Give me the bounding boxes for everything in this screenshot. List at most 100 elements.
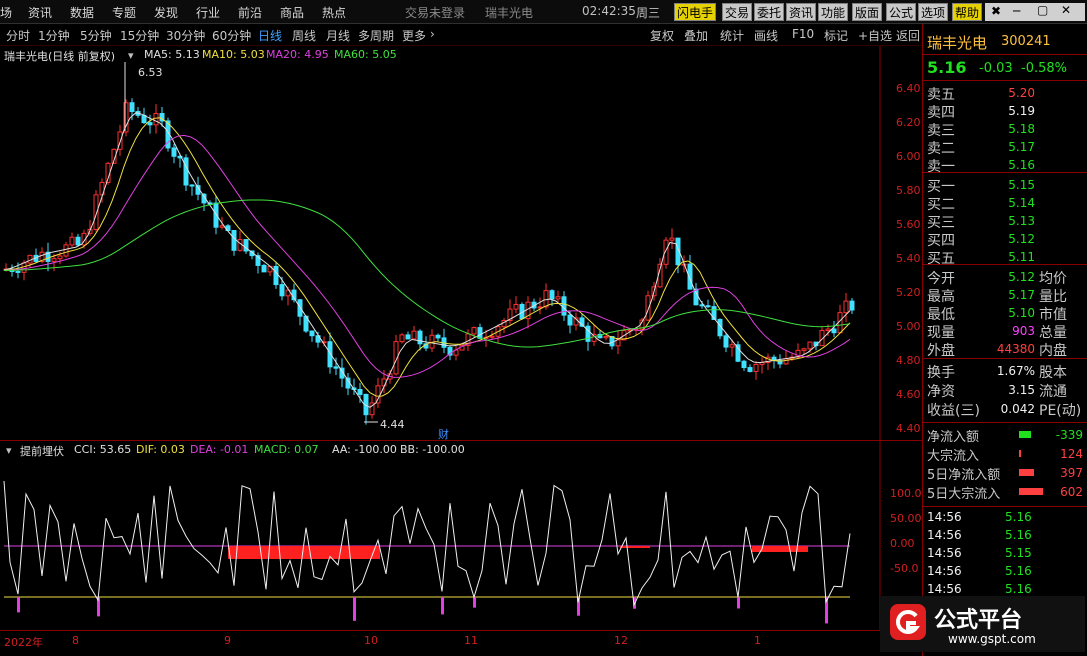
tick-price: 5.16 xyxy=(1005,528,1032,542)
period-5min[interactable]: 5分钟 xyxy=(80,27,112,44)
trade-button[interactable]: 交易 xyxy=(722,3,753,21)
ask-label: 卖一 xyxy=(927,159,955,175)
tick-time: 14:56 xyxy=(927,564,962,578)
menu-item-discover[interactable]: 发现 xyxy=(154,4,178,21)
legend-cci: CCI: 53.65 xyxy=(74,443,132,456)
chart-title: 瑞丰光电(日线 前复权) xyxy=(4,50,116,63)
order-button[interactable]: 委托 xyxy=(754,3,785,21)
period-multi[interactable]: 多周期 xyxy=(358,27,394,44)
adjust-button[interactable]: 复权 xyxy=(650,27,674,44)
stats-button[interactable]: 统计 xyxy=(720,27,744,44)
period-30min[interactable]: 30分钟 xyxy=(166,27,205,44)
menu-item-commodity[interactable]: 商品 xyxy=(280,4,304,21)
indicator-canvas[interactable] xyxy=(0,441,922,631)
period-more[interactable]: 更多 xyxy=(402,27,426,44)
indicator-title: 提前埋伏 xyxy=(20,445,64,458)
ask-price: 5.19 xyxy=(1008,104,1035,118)
bid-price: 5.15 xyxy=(1008,178,1035,192)
add-favorite-button[interactable]: +自选 xyxy=(858,27,892,44)
stat2-value: 0.042 xyxy=(1000,402,1035,416)
stat-label: 现量 xyxy=(927,325,955,341)
ask-price: 5.16 xyxy=(1008,158,1035,172)
close-icon[interactable]: ✕ xyxy=(1061,3,1071,17)
weekday: 周三 xyxy=(636,6,661,20)
period-15min[interactable]: 15分钟 xyxy=(120,27,159,44)
tick-price: 5.16 xyxy=(1005,564,1032,578)
flow-value: 602 xyxy=(1060,485,1083,499)
bid-price: 5.14 xyxy=(1008,196,1035,210)
stat-label-2: 量比 xyxy=(1039,289,1067,305)
indicator-axis-label: 50.00 xyxy=(890,512,922,525)
minimize-icon[interactable]: ─ xyxy=(1013,4,1020,18)
indicator-chart[interactable]: ▾ 提前埋伏 CCI: 53.65 DIF: 0.03 DEA: -0.01 M… xyxy=(0,440,922,631)
tick-time: 14:56 xyxy=(927,582,962,596)
legend-ma20: MA20: 4.95 xyxy=(266,48,329,61)
restore-icon[interactable]: ✖ xyxy=(991,4,1001,18)
stat-value: 44380 xyxy=(996,342,1035,356)
high-marker: 6.53 xyxy=(138,66,163,79)
layout-button[interactable]: 版面 xyxy=(852,3,883,21)
f10-button[interactable]: F10 xyxy=(792,27,814,41)
tick-price: 5.16 xyxy=(1005,510,1032,524)
ask-price: 5.17 xyxy=(1008,140,1035,154)
period-60min[interactable]: 60分钟 xyxy=(212,27,251,44)
back-button[interactable]: 返回 xyxy=(896,27,920,44)
price-axis-label: 5.80 xyxy=(896,184,921,197)
flash-trade-button[interactable]: 闪电手 xyxy=(674,3,717,21)
quote-stock-name: 瑞丰光电 xyxy=(927,34,988,52)
stat-label: 外盘 xyxy=(927,343,955,359)
period-1min[interactable]: 1分钟 xyxy=(38,27,70,44)
menu-item-frontier[interactable]: 前沿 xyxy=(238,4,262,21)
news-button[interactable]: 资讯 xyxy=(786,3,817,21)
time-label-aug: 8 xyxy=(72,634,79,647)
menu-item-news[interactable]: 资讯 xyxy=(28,4,52,21)
time-axis: 2022年 8 9 10 11 12 1 xyxy=(0,630,880,652)
bid-label: 买五 xyxy=(927,251,955,267)
price-axis-label: 5.60 xyxy=(896,218,921,231)
help-button[interactable]: 帮助 xyxy=(952,3,983,21)
period-weekly[interactable]: 周线 xyxy=(292,27,316,44)
stat-label: 最低 xyxy=(927,307,955,323)
mark-button[interactable]: 标记 xyxy=(824,27,848,44)
draw-button[interactable]: 画线 xyxy=(754,27,778,44)
period-intraday[interactable]: 分时 xyxy=(6,27,30,44)
kline-canvas[interactable] xyxy=(0,46,922,440)
logo-url: www.gspt.com xyxy=(948,632,1036,646)
menu-item-data[interactable]: 数据 xyxy=(70,4,94,21)
stat-label: 今开 xyxy=(927,271,955,287)
kline-chart[interactable]: 瑞丰光电(日线 前复权) ▾ MA5: 5.13 MA10: 5.03 MA20… xyxy=(0,46,922,441)
overlay-button[interactable]: 叠加 xyxy=(684,27,708,44)
menu-item-topic[interactable]: 专题 xyxy=(112,4,136,21)
period-daily[interactable]: 日线 xyxy=(258,27,282,44)
maximize-icon[interactable]: ▢ xyxy=(1037,3,1048,17)
legend-toggle-icon[interactable]: ▾ xyxy=(128,49,134,62)
stat2-label-2: 股本 xyxy=(1039,365,1067,381)
tick-price: 5.16 xyxy=(1005,582,1032,596)
price-axis-label: 6.40 xyxy=(896,82,921,95)
legend-ma60: MA60: 5.05 xyxy=(334,48,397,61)
menu-item-industry[interactable]: 行业 xyxy=(196,4,220,21)
legend-bb: BB: -100.00 xyxy=(400,443,465,456)
stat-value: 5.17 xyxy=(1008,288,1035,302)
price-axis-label: 5.00 xyxy=(896,320,921,333)
menu-item-0[interactable]: 场 xyxy=(0,4,12,21)
period-bar: 分时 1分钟 5分钟 15分钟 30分钟 60分钟 日线 周线 月线 多周期 更… xyxy=(0,24,922,46)
chevron-right-icon[interactable]: › xyxy=(430,27,435,41)
gspt-logo: 公式平台 www.gspt.com xyxy=(880,596,1085,652)
menu-item-hot[interactable]: 热点 xyxy=(322,4,346,21)
options-button[interactable]: 选项 xyxy=(918,3,949,21)
stat-label-2: 内盘 xyxy=(1039,343,1067,359)
formula-button[interactable]: 公式 xyxy=(886,3,917,21)
legend-macd: MACD: 0.07 xyxy=(254,443,319,456)
function-button[interactable]: 功能 xyxy=(818,3,849,21)
logo-text: 公式平台 xyxy=(934,608,1023,633)
trade-login-status[interactable]: 交易未登录 xyxy=(405,4,465,21)
indicator-axis-label: 100.0 xyxy=(890,487,922,500)
time-label-sep: 9 xyxy=(224,634,231,647)
price-axis-label: 4.60 xyxy=(896,388,921,401)
legend-dif: DIF: 0.03 xyxy=(136,443,185,456)
legend-aa: AA: -100.00 xyxy=(332,443,397,456)
period-monthly[interactable]: 月线 xyxy=(326,27,350,44)
quote-change: -0.03 xyxy=(979,61,1013,76)
indicator-toggle-icon[interactable]: ▾ xyxy=(6,444,12,457)
